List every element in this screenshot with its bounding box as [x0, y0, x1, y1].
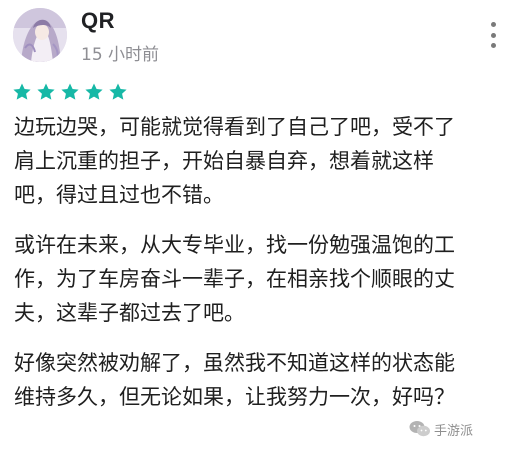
review-paragraph: 或许在未来，从大专毕业，找一份勉强温饱的工 作，为了车房奋斗一辈子，在相亲找个顺…	[14, 233, 455, 325]
star-icon	[13, 83, 31, 100]
review-paragraph: 好像突然被劝解了，虽然我不知道这样的状态能 维持多久，但无论如果，让我努力一次，…	[14, 351, 455, 409]
user-avatar[interactable]	[13, 8, 67, 62]
avatar-image	[13, 8, 67, 62]
more-vert-icon	[490, 22, 496, 27]
review-paragraph: 边玩边哭，可能就觉得看到了自己了吧，受不了 肩上沉重的担子，开始自暴自弃，想着就…	[14, 115, 455, 207]
username[interactable]: QR	[81, 8, 115, 34]
review-card: QR 15 小时前 边玩边哭，可能就觉得看到了自己了吧，受不了 肩上沉重的担子，…	[0, 0, 522, 451]
wechat-icon	[409, 421, 430, 437]
review-body: 边玩边哭，可能就觉得看到了自己了吧，受不了 肩上沉重的担子，开始自暴自弃，想着就…	[14, 110, 514, 430]
star-icon	[85, 83, 103, 100]
watermark-text: 手游派	[434, 423, 474, 439]
more-vert-icon-dot	[490, 43, 496, 48]
watermark: 手游派	[409, 418, 473, 440]
star-icon	[109, 83, 127, 100]
star-icon	[37, 83, 55, 100]
star-icon	[61, 83, 79, 100]
more-vert-icon-dot	[490, 32, 496, 38]
more-options-button[interactable]	[482, 22, 504, 48]
star-rating	[12, 82, 128, 102]
review-timestamp: 15 小时前	[81, 45, 160, 65]
